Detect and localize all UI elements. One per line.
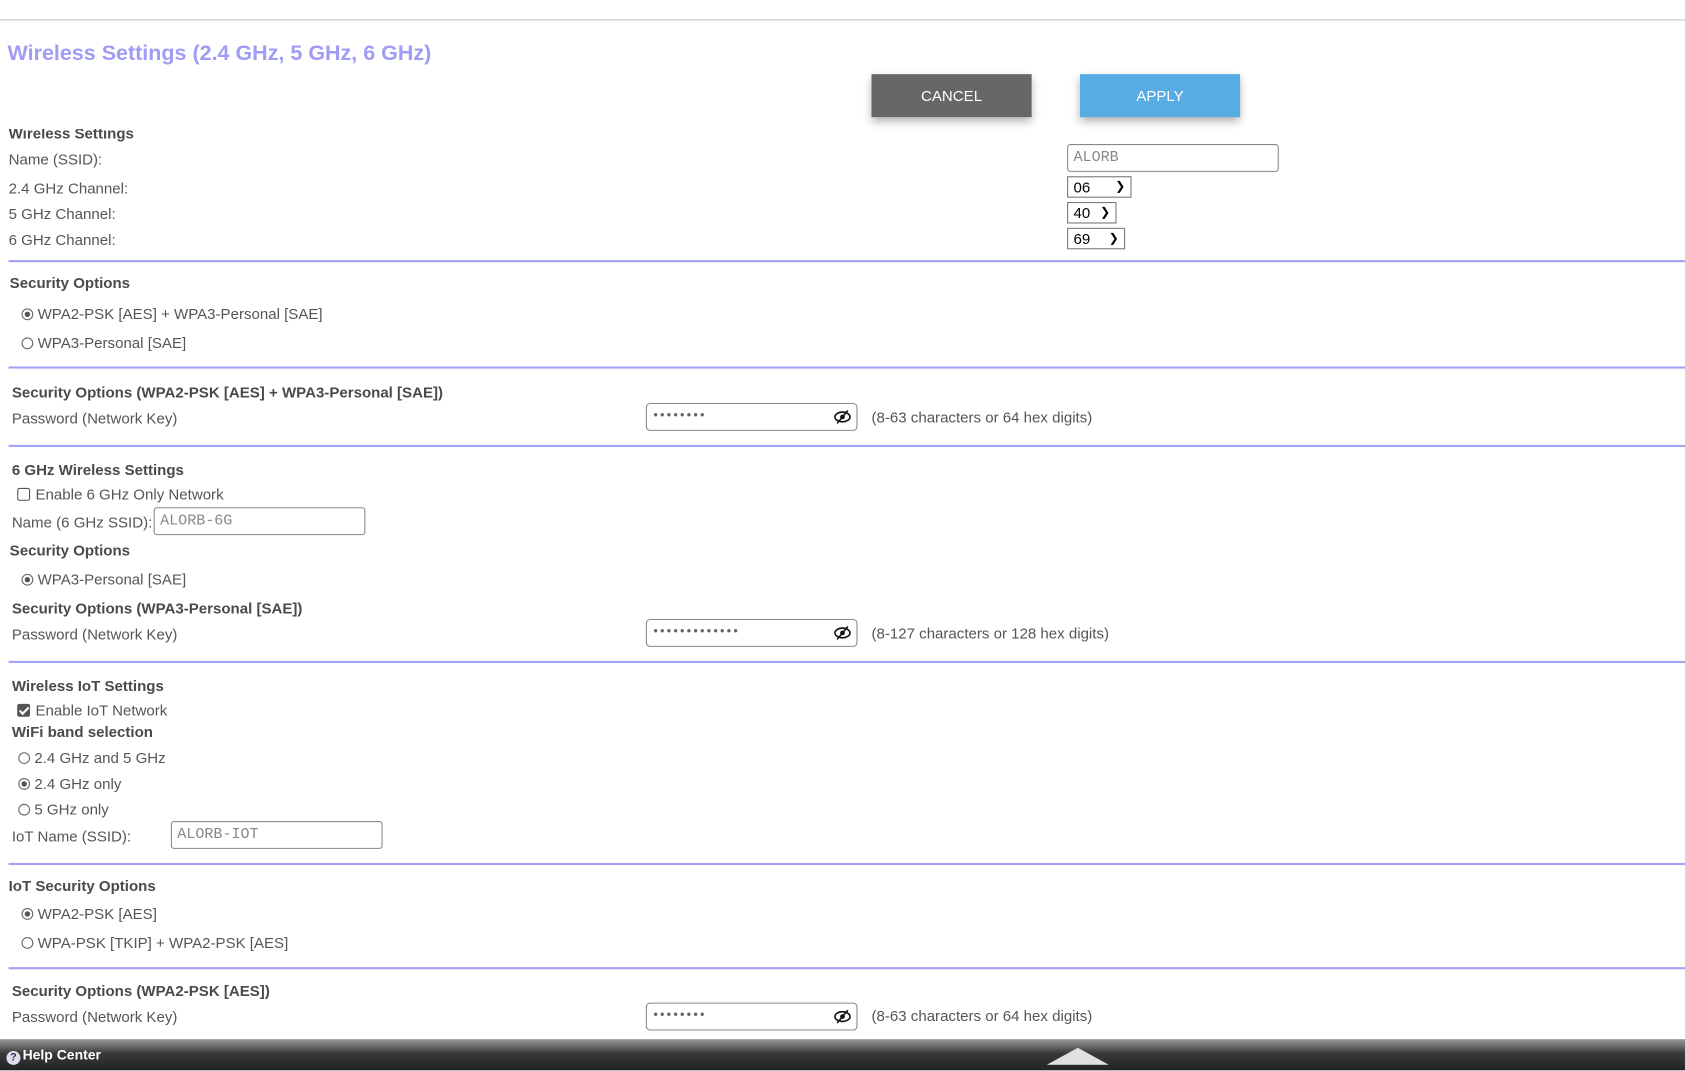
iot-password-hint: (8-63 characters or 64 hex digits)	[871, 1006, 1093, 1025]
band-option-2[interactable]: 5 GHz only	[18, 801, 109, 818]
option-label: WPA-PSK [TKIP] + WPA2-PSK [AES]	[37, 933, 289, 952]
help-center-label: Help Center	[22, 1046, 101, 1063]
apply-button[interactable]: APPLY	[1079, 74, 1241, 118]
six-ghz-key-heading: Security Options (WPA3-Personal [SAE])	[11, 599, 303, 617]
help-center-link[interactable]: ? Help Center	[6, 1047, 101, 1065]
divider	[0, 19, 1685, 21]
password-label: Password (Network Key)	[11, 409, 178, 427]
band-option-0[interactable]: 2.4 GHz and 5 GHz	[18, 748, 166, 767]
radio-button[interactable]	[18, 803, 31, 816]
section-divider	[8, 366, 1685, 369]
band-option-1[interactable]: 2.4 GHz only	[18, 775, 121, 792]
help-icon: ?	[6, 1050, 21, 1065]
six-ghz-security-heading: Security Options	[9, 541, 131, 559]
section-divider	[8, 260, 1685, 263]
channel-6-value: 69	[1073, 229, 1091, 248]
iot-ssid-label: IoT Name (SSID):	[11, 827, 132, 845]
ssid-input[interactable]: ALORB	[1067, 143, 1279, 172]
radio-button[interactable]	[18, 778, 31, 790]
iot-key-heading: Security Options (WPA2-PSK [AES])	[11, 982, 270, 1000]
six-ghz-heading: 6 GHz Wireless Settings	[11, 461, 184, 479]
six-ghz-ssid-label: Name (6 GHz SSID):	[11, 513, 153, 531]
six-ghz-password-label: Password (Network Key)	[11, 625, 178, 643]
band-heading: WiFi band selection	[11, 723, 153, 741]
channel-5-select[interactable]: 40 ❯	[1067, 202, 1117, 224]
cancel-button[interactable]: CANCEL	[871, 74, 1032, 118]
channel-24-value: 06	[1073, 178, 1091, 196]
six-ghz-security-option[interactable]: WPA3-Personal [SAE]	[21, 571, 186, 588]
option-label: WPA2-PSK [AES] + WPA3-Personal [SAE]	[37, 305, 323, 323]
chevron-down-icon: ❯	[1100, 206, 1111, 220]
section-divider	[8, 444, 1685, 448]
password-hint: (8-63 characters or 64 hex digits)	[871, 408, 1093, 426]
ssid-label: Name (SSID):	[8, 150, 103, 168]
chevron-down-icon: ❯	[1115, 180, 1126, 194]
eye-slash-icon[interactable]	[834, 409, 851, 424]
chevron-down-icon: ❯	[1108, 232, 1119, 246]
iot-ssid-input[interactable]: ALORB-IOT	[170, 820, 383, 849]
page-title: Wireless Settings (2.4 GHz, 5 GHz, 6 GHz…	[7, 41, 432, 66]
six-ghz-password-input[interactable]: •••••••••••••	[645, 618, 858, 647]
radio-button[interactable]	[21, 573, 34, 586]
section-divider	[8, 862, 1685, 866]
enable-6ghz-checkbox[interactable]: Enable 6 GHz Only Network	[17, 485, 224, 503]
password-value: •••••••••••••	[653, 623, 740, 639]
channel-5-value: 40	[1073, 204, 1091, 222]
eye-slash-icon[interactable]	[834, 1009, 851, 1024]
expand-up-icon[interactable]	[1046, 1047, 1109, 1065]
option-label: 2.4 GHz and 5 GHz	[34, 748, 166, 767]
security-heading: Security Options	[9, 274, 131, 292]
option-label: WPA3-Personal [SAE]	[37, 334, 187, 352]
radio-button[interactable]	[21, 337, 34, 350]
iot-security-option-0[interactable]: WPA2-PSK [AES]	[21, 904, 157, 923]
channel-5-label: 5 GHz Channel:	[8, 205, 116, 223]
checkbox-label: Enable IoT Network	[35, 701, 168, 719]
channel-24-label: 2.4 GHz Channel:	[8, 179, 129, 197]
iot-heading: Wireless IoT Settings	[11, 676, 164, 695]
six-ghz-password-hint: (8-127 characters or 128 hex digits)	[871, 624, 1109, 642]
enable-iot-checkbox[interactable]: Enable IoT Network	[17, 702, 167, 719]
security-key-heading: Security Options (WPA2-PSK [AES] + WPA3-…	[11, 383, 444, 401]
help-center-bar: ? Help Center	[0, 1039, 1685, 1071]
radio-button[interactable]	[21, 937, 34, 949]
channel-24-select[interactable]: 06 ❯	[1067, 176, 1132, 198]
channel-6-label: 6 GHz Channel:	[8, 231, 116, 249]
checkbox-label: Enable 6 GHz Only Network	[35, 485, 224, 503]
radio-button[interactable]	[21, 308, 34, 321]
password-input[interactable]: ••••••••	[645, 402, 858, 431]
section-heading: Wireless Settings	[8, 124, 134, 142]
iot-security-heading: IoT Security Options	[8, 876, 156, 895]
option-label: 5 GHz only	[34, 800, 109, 818]
section-divider	[8, 967, 1685, 970]
checkbox[interactable]	[17, 703, 31, 717]
wireless-settings-page: Wireless Settings (2.4 GHz, 5 GHz, 6 GHz…	[0, 0, 1685, 1071]
option-label: WPA3-Personal [SAE]	[37, 570, 187, 588]
iot-security-option-1[interactable]: WPA-PSK [TKIP] + WPA2-PSK [AES]	[21, 934, 288, 951]
iot-password-label: Password (Network Key)	[11, 1007, 178, 1026]
radio-button[interactable]	[21, 908, 34, 920]
eye-slash-icon[interactable]	[834, 625, 851, 640]
password-value: ••••••••	[653, 407, 707, 423]
section-divider	[8, 660, 1685, 664]
iot-password-input[interactable]: ••••••••	[645, 1002, 858, 1031]
option-label: WPA2-PSK [AES]	[37, 904, 157, 923]
option-label: 2.4 GHz only	[34, 774, 122, 792]
channel-6-select[interactable]: 69 ❯	[1067, 227, 1126, 250]
password-value: ••••••••	[653, 1006, 707, 1022]
six-ghz-ssid-input[interactable]: ALORB-6G	[153, 507, 366, 536]
radio-button[interactable]	[18, 752, 31, 765]
checkbox[interactable]	[17, 487, 31, 501]
security-option-1[interactable]: WPA3-Personal [SAE]	[21, 334, 186, 351]
security-option-0[interactable]: WPA2-PSK [AES] + WPA3-Personal [SAE]	[21, 305, 323, 323]
